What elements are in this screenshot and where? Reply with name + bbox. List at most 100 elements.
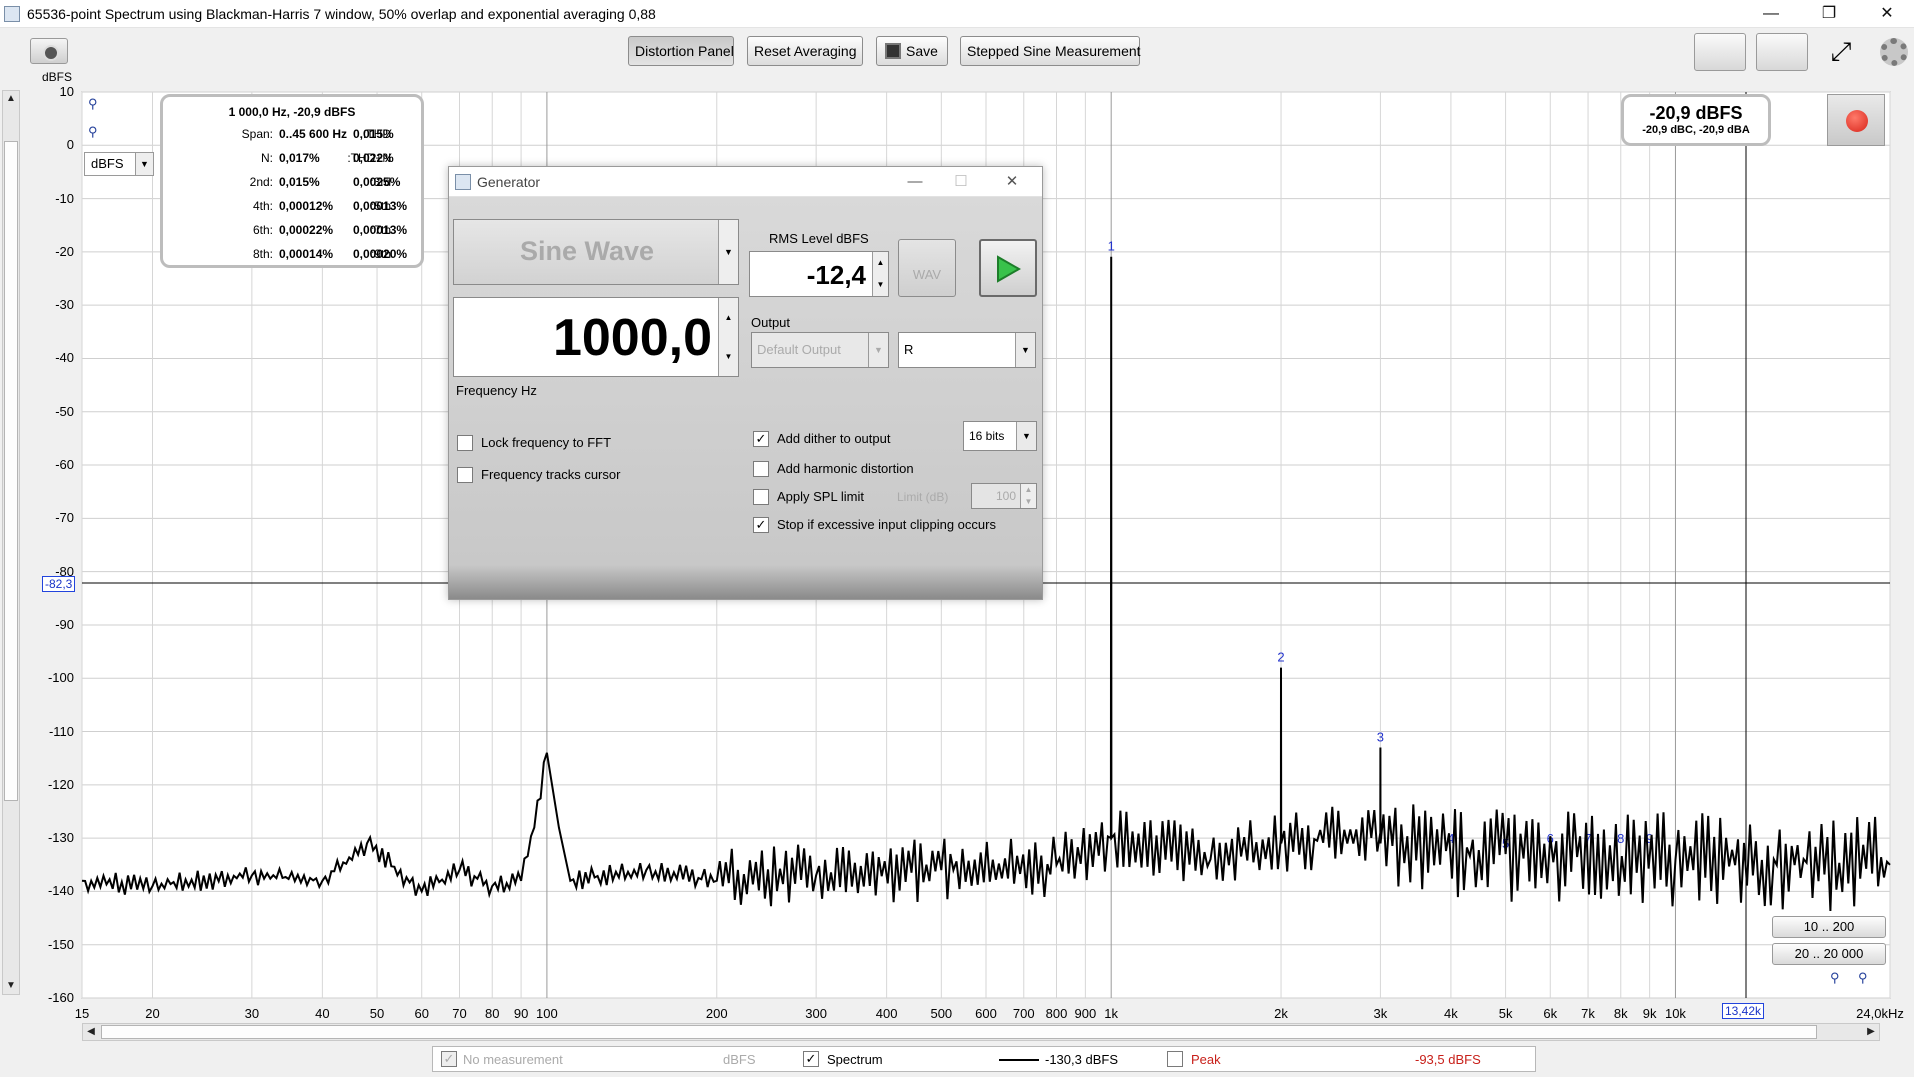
frequency-input[interactable]: 1000,0 ▲ ▼ (453, 297, 739, 377)
y-tick-label: -100 (47, 670, 74, 686)
chevron-down-icon[interactable]: ▼ (718, 220, 738, 284)
graph-only-view-icon[interactable] (1694, 33, 1746, 71)
x-tick-label: 60 (414, 1006, 429, 1021)
limit-label: Limit (dB) (897, 490, 949, 504)
x-tick-label: 10k (1664, 1006, 1686, 1021)
vertical-scroll-thumb[interactable] (4, 141, 18, 801)
save-button[interactable]: Save (876, 36, 948, 66)
vertical-scrollbar[interactable]: ▲ ▼ (2, 90, 20, 995)
x-tick-label: 500 (930, 1006, 953, 1021)
rms-level-input[interactable]: -12,4 ▲ ▼ (749, 251, 889, 297)
play-button[interactable] (979, 239, 1037, 297)
spin-up-icon[interactable]: ▲ (872, 252, 888, 274)
scroll-down-icon[interactable]: ▼ (3, 978, 19, 994)
y-tick-label: -20 (55, 243, 74, 259)
y-tick-label: -40 (55, 350, 74, 366)
x-tick-label: 9k (1642, 1006, 1657, 1021)
restore-button[interactable]: ❐ (1806, 0, 1852, 28)
x-tick-label: 70 (452, 1006, 467, 1021)
generator-body: Sine Wave ▼ RMS Level dBFS -12,4 ▲ ▼ WAV… (449, 197, 1042, 567)
split-view-icon[interactable] (1756, 33, 1808, 71)
apply-spl-label: Apply SPL limit (777, 489, 864, 504)
spectrum-checkbox[interactable]: ✓ (803, 1051, 819, 1067)
distortion-panel-button[interactable]: Distortion Panel (628, 36, 734, 66)
peak-value: -93,5 dBFS (1415, 1052, 1481, 1067)
frequency-tracks-checkbox[interactable] (457, 467, 473, 483)
gear-icon[interactable] (1880, 38, 1908, 66)
save-label: Save (906, 43, 938, 59)
status-bar: ✓ No measurement dBFS ✓ Spectrum -130,3 … (432, 1046, 1536, 1072)
spectrum-label: Spectrum (827, 1052, 883, 1067)
chevron-down-icon[interactable]: ▼ (135, 153, 153, 175)
add-harmonic-label: Add harmonic distortion (777, 461, 914, 476)
y-tick-label: -160 (47, 990, 74, 1005)
spin-down-icon[interactable]: ▼ (718, 338, 738, 376)
y-tick-label: -90 (55, 616, 74, 632)
peak-label: Peak (1191, 1052, 1221, 1067)
x-tick-label: 800 (1045, 1006, 1068, 1021)
unit-select[interactable]: dBFS ▼ (84, 152, 154, 176)
close-button[interactable]: ✕ (1864, 0, 1910, 28)
peak-checkbox[interactable] (1167, 1051, 1183, 1067)
camera-icon[interactable] (30, 38, 68, 64)
info-value: 0,00014% (279, 247, 334, 261)
generator-title: Generator (477, 174, 541, 190)
y-tick-label: -50 (55, 403, 74, 419)
save-icon (885, 43, 901, 59)
generator-close-button[interactable]: ✕ (989, 167, 1035, 197)
waveform-select[interactable]: Sine Wave ▼ (453, 219, 739, 285)
horizontal-scrollbar[interactable]: ◀ ▶ (82, 1023, 1880, 1041)
dither-bits-select[interactable]: 16 bits ▼ (963, 421, 1037, 451)
y-tick-label: -10 (55, 190, 74, 206)
x-tick-label: 900 (1074, 1006, 1097, 1021)
apply-spl-checkbox[interactable] (753, 489, 769, 505)
spin-up-icon[interactable]: ▲ (718, 298, 738, 338)
range-10-200-button[interactable]: 10 .. 200 (1772, 916, 1886, 938)
x-tick-label: 5k (1498, 1006, 1513, 1021)
info-value: 0,00022% (279, 223, 334, 237)
zoom-in-icon[interactable]: ⚲ (88, 96, 106, 114)
harmonic-marker: 1 (1108, 239, 1115, 254)
fit-view-icon[interactable]: ⤢ (1815, 33, 1867, 71)
no-measurement-checkbox: ✓ (441, 1051, 457, 1067)
lock-frequency-checkbox[interactable] (457, 435, 473, 451)
output-device-select: Default Output ▼ (751, 332, 889, 368)
output-channel-select[interactable]: R ▼ (898, 332, 1036, 368)
y-tick-label: -150 (47, 936, 74, 952)
chevron-down-icon[interactable]: ▼ (1016, 422, 1036, 450)
rms-level-value: -12,4 (806, 260, 866, 290)
x-tick-label: 100 (536, 1006, 558, 1021)
generator-minimize-button[interactable]: — (892, 167, 938, 197)
info-header: 1 000,0 Hz, -20,9 dBFS (228, 105, 356, 119)
scroll-up-icon[interactable]: ▲ (3, 91, 19, 107)
zoom-in-x-icon[interactable]: ⚲ (1830, 970, 1848, 988)
frequency-label: Frequency Hz (456, 383, 537, 398)
reset-averaging-button[interactable]: Reset Averaging (747, 36, 863, 66)
info-label: 4th: (252, 199, 273, 213)
stepped-sine-button[interactable]: Stepped Sine Measurement (960, 36, 1141, 66)
harmonic-marker: 3 (1377, 730, 1384, 745)
zoom-out-x-icon[interactable]: ⚲ (1858, 970, 1876, 988)
info-label: 2nd: (249, 175, 273, 189)
x-tick-label: 400 (875, 1006, 898, 1021)
chevron-down-icon[interactable]: ▼ (1015, 333, 1035, 367)
range-20-20000-button[interactable]: 20 .. 20 000 (1772, 943, 1886, 965)
no-measurement-unit: dBFS (723, 1052, 756, 1067)
zoom-out-icon[interactable]: ⚲ (88, 124, 106, 142)
x-tick-label: 4k (1444, 1006, 1458, 1021)
add-harmonic-checkbox[interactable] (753, 461, 769, 477)
stop-clipping-checkbox[interactable]: ✓ (753, 517, 769, 533)
scroll-right-icon[interactable]: ▶ (1863, 1024, 1879, 1040)
level-main: -20,9 dBFS (1649, 103, 1743, 123)
spin-down-icon[interactable]: ▼ (872, 274, 888, 296)
spin-down-icon: ▼ (1020, 496, 1036, 508)
x-tick-label: 6k (1543, 1006, 1558, 1021)
record-button[interactable] (1827, 94, 1885, 146)
add-dither-checkbox[interactable]: ✓ (753, 431, 769, 447)
horizontal-scroll-thumb[interactable] (101, 1025, 1817, 1039)
no-measurement-label: No measurement (463, 1052, 563, 1067)
scroll-left-icon[interactable]: ◀ (83, 1024, 99, 1040)
cursor-y-readout: -82,3 (42, 576, 76, 592)
minimize-button[interactable]: — (1748, 0, 1794, 28)
info-value: 0..45 600 Hz (279, 127, 348, 141)
